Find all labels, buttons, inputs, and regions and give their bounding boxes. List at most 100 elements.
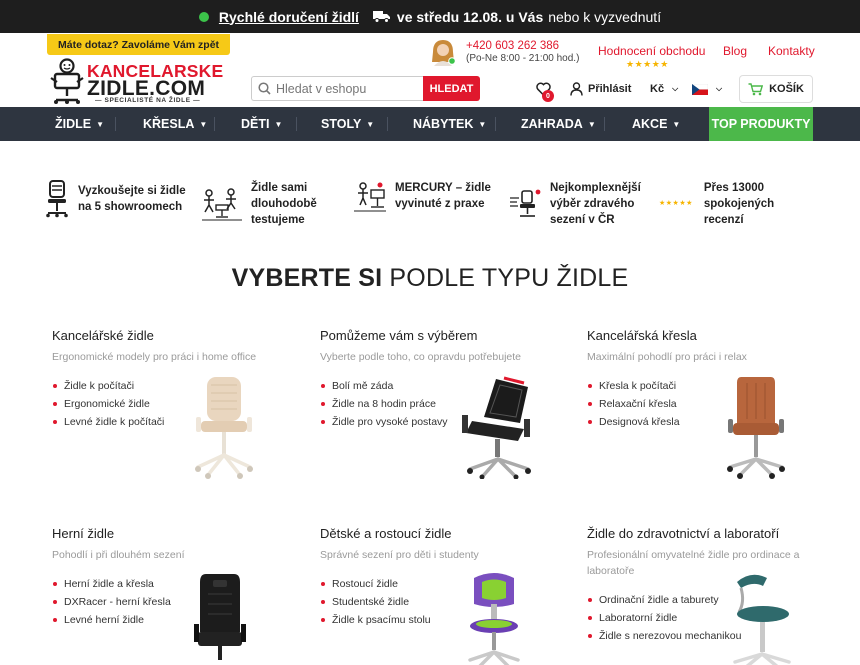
nav-label: STOLY [321,117,362,131]
chevron-down-icon: ⌵ [672,84,679,93]
language-select[interactable]: ⌵ [692,77,722,101]
usp-line: Přes 13000 [703,182,765,194]
search-icon [258,82,271,95]
category-link[interactable]: Herní židle a křesla [52,575,302,593]
office-chair-icon [46,180,68,218]
shop-rating-link[interactable]: Hodnocení obchodu [598,44,705,58]
nav-item-deti[interactable]: DĚTI ▼ [241,107,282,141]
user-icon [570,82,583,96]
nav-label: KŘESLA [143,117,195,131]
category-link[interactable]: Rostoucí židle [320,575,570,593]
nav-item-top-products[interactable]: TOP PRODUKTY [709,107,813,141]
category-title[interactable]: Kancelářská křesla [587,328,837,343]
category-link[interactable]: Studentské židle [320,593,570,611]
nav-divider [296,117,297,131]
nav-item-zahrada[interactable]: ZAHRADA ▼ [521,107,596,141]
opening-hours: (Po-Ne 8:00 - 21:00 hod.) [466,53,580,64]
category-subtitle: Správné sezení pro děti i studenty [320,549,479,561]
nav-divider [604,117,605,131]
medical-stool-image[interactable] [727,572,797,665]
usp-showrooms: Vyzkoušejte si židle na 5 showroomech [44,180,186,218]
category-links: Rostoucí židle Studentské židle Židle k … [320,575,570,629]
category-title[interactable]: Dětské a rostoucí židle [320,526,570,541]
nav-item-stoly[interactable]: STOLY ▼ [321,107,374,141]
category-card-kids-chairs[interactable]: Dětské a rostoucí židle Správné sezení p… [320,526,570,665]
nav-label: AKCE [632,117,668,131]
search-bar: HLEDAT [251,76,480,101]
heading-rest: PODLE TYPU ŽIDLE [382,264,629,292]
nav-divider [387,117,388,131]
search-field[interactable] [251,76,423,101]
chevron-down-icon: ▼ [274,119,283,129]
category-subtitle: Pohodlí i při dlouhém sezení [52,549,185,561]
rating-stars: ★★★★★ [626,59,669,69]
category-card-office-chairs[interactable]: Kancelářské židle Ergonomické modely pro… [52,328,302,479]
usp-reviews: ★★★★★ Přes 13000 spokojených recenzí [659,180,774,228]
category-link[interactable]: Laboratorní židle [587,609,837,627]
blog-link[interactable]: Blog [723,44,747,58]
category-link[interactable]: Levné židle k počítači [52,413,302,431]
nav-divider [214,117,215,131]
leather-armchair-image[interactable] [725,375,787,479]
chevron-down-icon: ▼ [478,119,487,129]
search-button[interactable]: HLEDAT [423,76,480,101]
currency-select[interactable]: Kč ⌵ [650,77,678,101]
chevron-down-icon: ⌵ [716,84,723,93]
logo-tagline: — SPECIALISTÉ NA ŽIDLE — [95,97,201,104]
workshop-icon [354,182,386,212]
logo-chair-icon [50,58,84,104]
category-link[interactable]: DXRacer - herní křesla [52,593,302,611]
category-link[interactable]: Ordinační židle a taburety [587,591,837,609]
login-label: Přihlásit [588,83,632,95]
ergonomic-black-chair-image[interactable] [458,375,542,479]
category-link[interactable]: Ergonomické židle [52,395,302,413]
category-links: Herní židle a křesla DXRacer - herní kře… [52,575,302,629]
cart-icon [748,82,764,95]
category-link[interactable]: Designová křesla [587,413,837,431]
usp-line: testujeme [251,214,305,226]
cart-button[interactable]: KOŠÍK [739,75,813,103]
contacts-link[interactable]: Kontakty [768,44,815,58]
category-links: Ordinační židle a taburety Laboratorní ž… [587,591,837,645]
growing-kids-chair-image[interactable] [462,572,526,665]
callback-button[interactable]: Máte dotaz? Zavoláme Vám zpět [47,34,231,55]
nav-item-zidle[interactable]: ŽIDLE ▼ [55,107,104,141]
category-link[interactable]: Křesla k počítači [587,377,837,395]
delivery-bar: Rychlé doručení židlí ve středu 12.08. u… [0,0,860,33]
search-input[interactable] [276,81,416,96]
nav-divider [495,117,496,131]
category-link[interactable]: Židle k psacímu stolu [320,611,570,629]
phone-contact[interactable]: +420 603 262 386 (Po-Ne 8:00 - 21:00 hod… [430,38,600,68]
category-card-armchairs[interactable]: Kancelářská křesla Maximální pohodlí pro… [587,328,837,479]
category-subtitle: Maximální pohodlí pro práci i relax [587,351,747,363]
currency-label: Kč [650,83,665,95]
nav-item-kresla[interactable]: KŘESLA ▼ [143,107,207,141]
section-heading: VYBERTE SI PODLE TYPU ŽIDLE [0,264,860,293]
category-title[interactable]: Pomůžeme vám s výběrem [320,328,570,343]
category-card-gaming-chairs[interactable]: Herní židle Pohodlí i při dlouhém sezení… [52,526,302,660]
category-link[interactable]: Levné herní židle [52,611,302,629]
category-link[interactable]: Židle k počítači [52,377,302,395]
site-logo[interactable]: KANCELARSKE ZIDLE.COM — SPECIALISTÉ NA Ž… [49,58,223,106]
category-title[interactable]: Herní židle [52,526,302,541]
category-title[interactable]: Židle do zdravotnictví a laboratoří [587,526,837,541]
usp-line: sezení v ČR [550,214,615,226]
phone-number[interactable]: +420 603 262 386 [466,40,559,52]
category-link[interactable]: Židle s nerezovou mechanikou [587,627,837,645]
category-card-selection-help[interactable]: Pomůžeme vám s výběrem Vyberte podle toh… [320,328,570,479]
review-stars-icon: ★★★★★ [659,200,693,207]
nav-label: ŽIDLE [55,117,92,131]
category-link[interactable]: Relaxační křesla [587,395,837,413]
delivery-rest: nebo k vyzvednutí [548,8,662,25]
usp-line: na 5 showroomech [78,201,183,213]
category-subtitle: Profesionální omyvatelné židle pro ordin… [587,549,800,577]
chevron-down-icon: ▼ [672,119,681,129]
gaming-chair-image[interactable] [192,572,248,665]
nav-item-nabytek[interactable]: NÁBYTEK ▼ [413,107,486,141]
login-button[interactable]: Přihlásit [570,77,631,101]
nav-item-akce[interactable]: AKCE ▼ [632,107,680,141]
category-title[interactable]: Kancelářské židle [52,328,302,343]
mesh-office-chair-image[interactable] [192,375,256,479]
fast-delivery-link[interactable]: Rychlé doručení židlí [219,9,359,25]
category-card-medical-chairs[interactable]: Židle do zdravotnictví a laboratoří Prof… [587,526,837,665]
